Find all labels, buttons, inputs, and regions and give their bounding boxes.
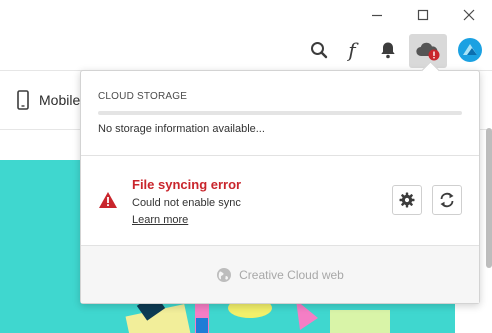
storage-info-text: No storage information available... xyxy=(98,123,265,135)
tab-mobile-label: Mobile xyxy=(39,92,81,108)
globe-icon xyxy=(217,267,232,282)
fonts-icon: f xyxy=(348,38,356,62)
cloud-error-icon xyxy=(416,42,440,61)
storage-progress-bar xyxy=(98,111,462,115)
close-icon xyxy=(463,9,475,21)
tab-mobile[interactable]: Mobile xyxy=(17,90,80,110)
notifications-button[interactable] xyxy=(374,32,402,68)
search-icon xyxy=(311,42,328,59)
close-button[interactable] xyxy=(446,0,492,30)
creative-cloud-web-label: Creative Cloud web xyxy=(239,267,344,282)
top-toolbar: f xyxy=(0,32,492,70)
maximize-button[interactable] xyxy=(400,0,446,30)
bell-icon xyxy=(381,42,395,59)
minimize-icon xyxy=(372,14,382,17)
phone-icon xyxy=(17,90,29,110)
search-button[interactable] xyxy=(305,32,333,68)
cloud-status-popover: CLOUD STORAGE No storage information ava… xyxy=(80,61,480,304)
error-title: File syncing error xyxy=(132,177,242,192)
warning-icon xyxy=(99,192,117,208)
sync-icon xyxy=(440,192,454,208)
avatar-icon xyxy=(458,38,482,62)
window-controls xyxy=(354,0,492,30)
avatar[interactable] xyxy=(456,32,484,68)
error-detail: Could not enable sync xyxy=(132,197,241,209)
gear-icon xyxy=(399,192,415,208)
maximize-icon xyxy=(417,9,429,21)
scrollbar[interactable] xyxy=(486,128,492,268)
storage-heading: CLOUD STORAGE xyxy=(98,91,188,102)
sync-retry-button[interactable] xyxy=(432,185,462,215)
divider xyxy=(81,155,479,156)
minimize-button[interactable] xyxy=(354,0,400,30)
fonts-button[interactable]: f xyxy=(338,32,366,68)
creative-cloud-web-link[interactable]: Creative Cloud web xyxy=(81,246,479,303)
settings-button[interactable] xyxy=(392,185,422,215)
learn-more-link[interactable]: Learn more xyxy=(132,214,188,226)
